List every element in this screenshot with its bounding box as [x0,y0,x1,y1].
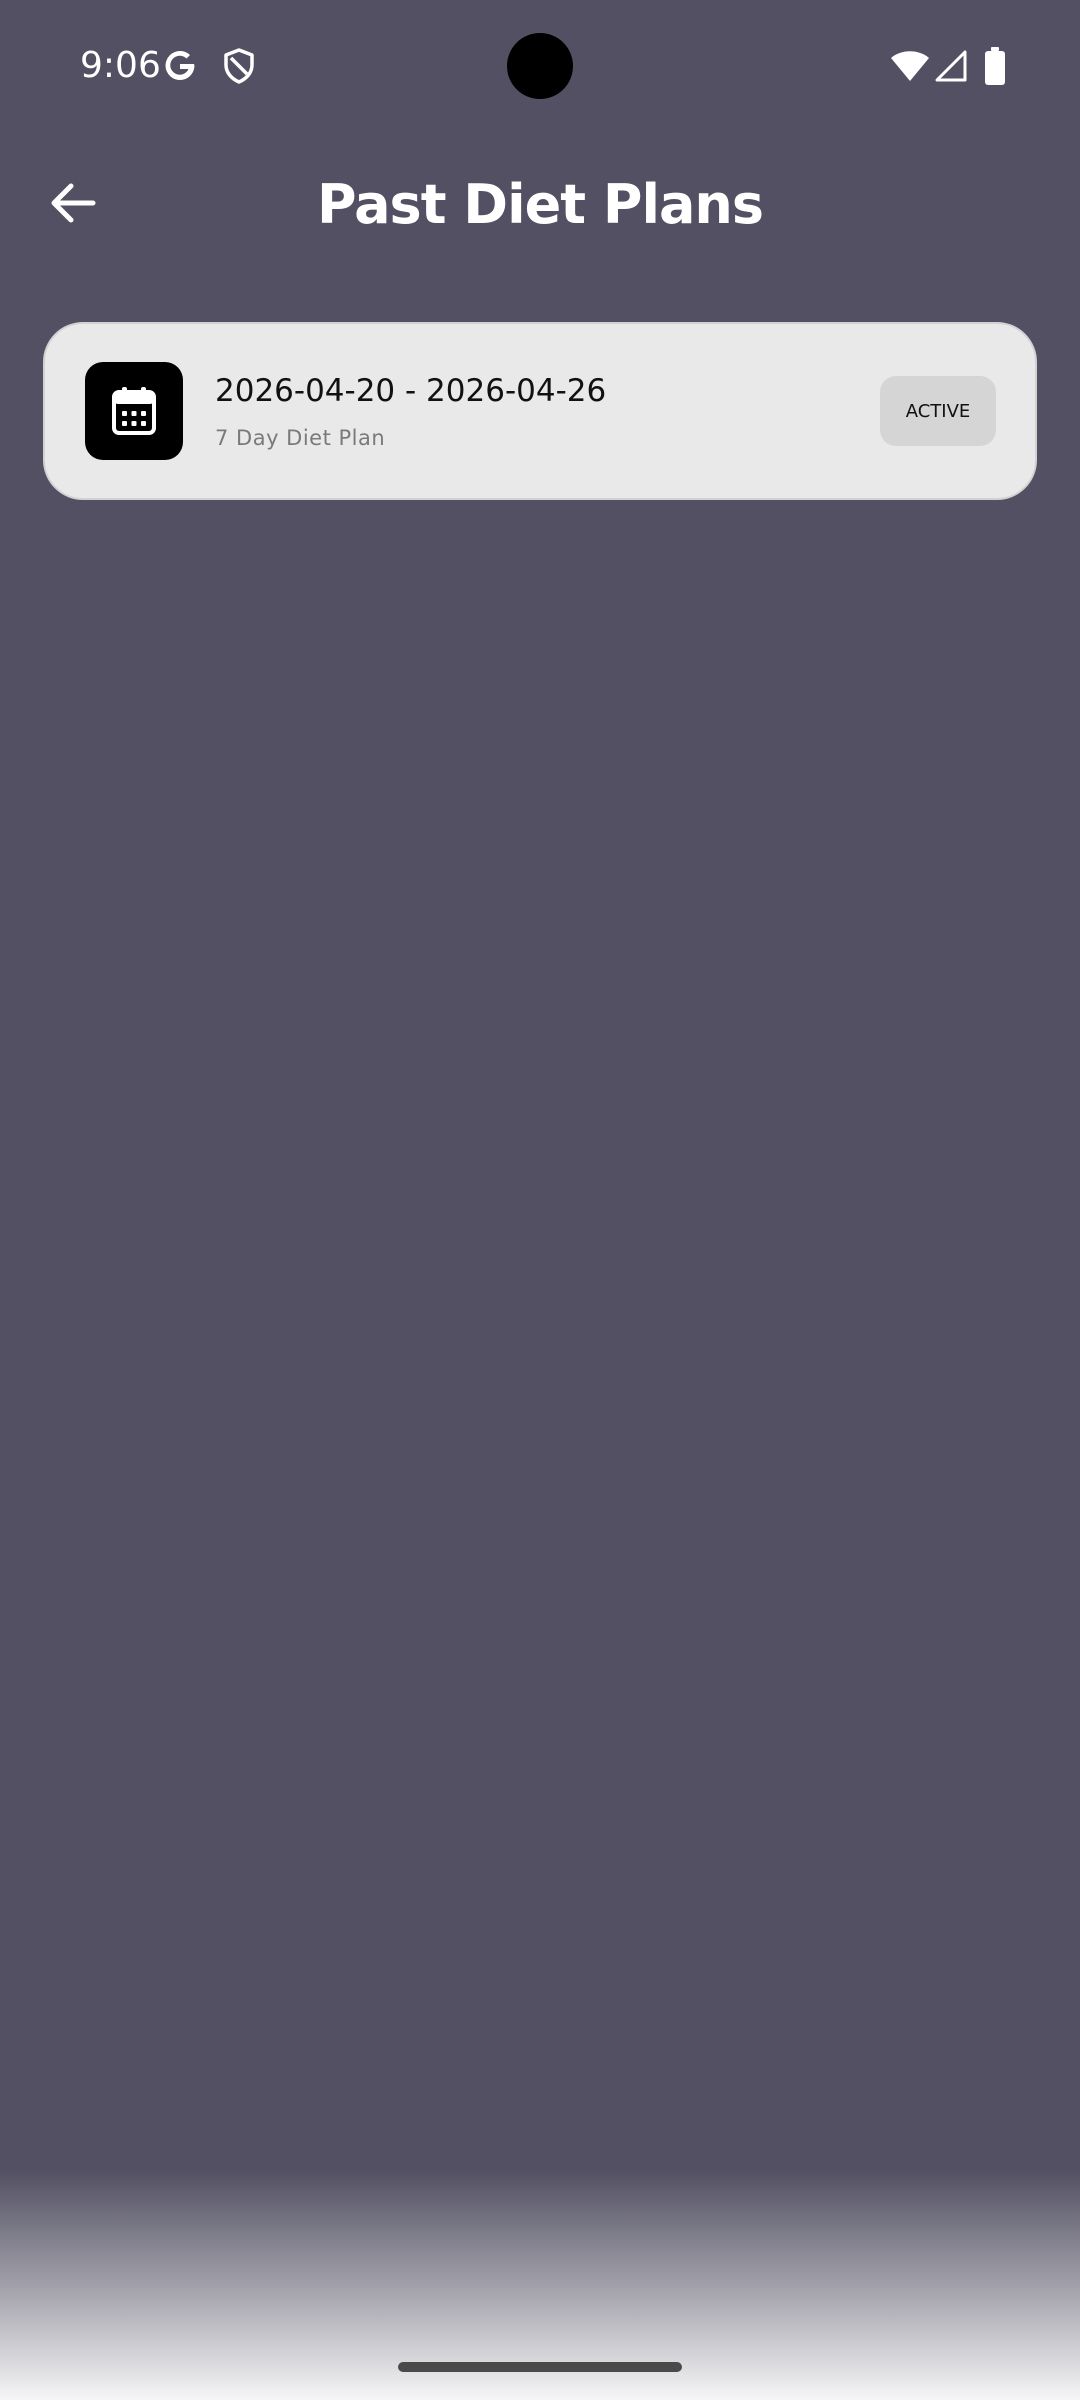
screen: 9:06 Past Diet Plans 2026-04-20 - 2026-0… [0,0,1080,2400]
status-bar: 9:06 [0,0,1080,132]
plan-icon-box [85,362,183,460]
cell-signal-icon [935,50,967,82]
status-time: 9:06 [80,45,161,86]
google-g-icon [165,51,195,81]
plan-subtitle: 7 Day Diet Plan [215,426,386,450]
wifi-icon [891,51,929,81]
status-badge: ACTIVE [880,376,996,446]
calendar-icon [112,387,156,435]
camera-cutout [507,33,573,99]
shield-icon [224,48,254,84]
battery-icon [985,47,1005,85]
plan-date-range: 2026-04-20 - 2026-04-26 [215,373,607,409]
page-title: Past Diet Plans [316,173,764,236]
home-indicator[interactable] [398,2362,682,2372]
diet-plan-card[interactable]: 2026-04-20 - 2026-04-26 7 Day Diet Plan … [43,322,1037,500]
